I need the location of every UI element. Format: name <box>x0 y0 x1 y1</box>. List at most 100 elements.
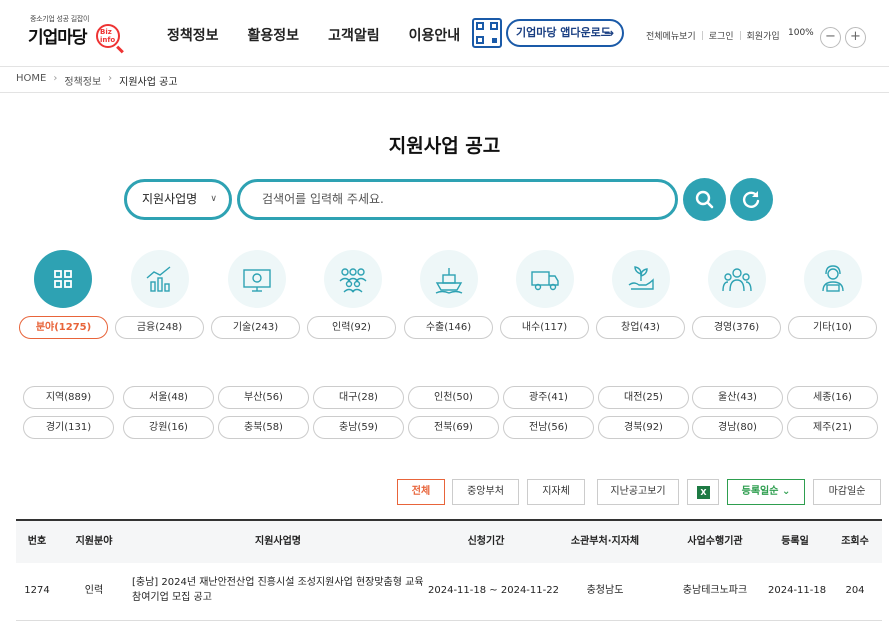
site-header: 중소기업 성공 길잡이 기업마당 Biz info 정책정보 활용정보 고객알림… <box>0 0 889 66</box>
zoom-level: 100% <box>788 28 814 38</box>
cell-registered: 2024-11-18 <box>768 585 827 596</box>
nav-utilization[interactable]: 활용정보 <box>248 25 300 45</box>
category-domestic[interactable] <box>516 250 574 308</box>
region-chungnam[interactable]: 충남(59) <box>313 416 404 439</box>
region-gyeongnam[interactable]: 경남(80) <box>692 416 783 439</box>
past-notices-button[interactable]: 지난공고보기 <box>597 479 679 505</box>
category-label-export[interactable]: 수출(146) <box>404 316 493 339</box>
nav-guide[interactable]: 이용안내 <box>409 25 461 45</box>
sort-registered-button[interactable]: 등록일순 ⌄ <box>727 479 805 505</box>
region-jeonnam[interactable]: 전남(56) <box>503 416 594 439</box>
region-jeonbuk[interactable]: 전북(69) <box>408 416 499 439</box>
breadcrumb-bar: HOME › 정책정보 › 지원사업 공고 <box>0 66 889 93</box>
search-type-select[interactable]: 지원사업명 ∨ <box>124 179 232 220</box>
tech-monitor-icon <box>243 269 271 292</box>
cell-number: 1274 <box>24 585 50 596</box>
category-label-finance[interactable]: 금융(248) <box>115 316 204 339</box>
reset-button[interactable] <box>730 178 773 221</box>
category-startup[interactable] <box>612 250 670 308</box>
category-finance[interactable] <box>131 250 189 308</box>
category-label-all[interactable]: 분야(1275) <box>19 316 108 339</box>
cell-ministry: 충청남도 <box>586 585 624 596</box>
region-seoul[interactable]: 서울(48) <box>123 386 214 409</box>
region-gyeongbuk[interactable]: 경북(92) <box>598 416 689 439</box>
category-label-tech[interactable]: 기술(243) <box>211 316 300 339</box>
table-header: 번호 지원분야 지원사업명 신청기간 소관부처·지자체 사업수행기관 등록일 조… <box>16 519 882 563</box>
people-icon <box>339 268 367 293</box>
category-label-etc[interactable]: 기타(10) <box>788 316 877 339</box>
logo-name: 기업마당 <box>28 28 88 48</box>
region-chungbuk[interactable]: 충북(58) <box>218 416 309 439</box>
breadcrumb-current: 지원사업 공고 <box>119 77 178 88</box>
utility-links: 전체메뉴보기 로그인 회원가입 <box>646 29 780 42</box>
all-menu-link[interactable]: 전체메뉴보기 <box>646 29 696 42</box>
login-link[interactable]: 로그인 <box>709 29 734 42</box>
category-all[interactable] <box>34 250 92 308</box>
th-title: 지원사업명 <box>255 536 301 547</box>
region-ulsan[interactable]: 울산(43) <box>692 386 783 409</box>
region-gyeonggi[interactable]: 경기(131) <box>23 416 114 439</box>
search-icon <box>695 190 714 209</box>
excel-download-button[interactable]: X <box>687 479 719 505</box>
nav-policy[interactable]: 정책정보 <box>167 25 219 45</box>
logo-badge: Biz info <box>100 28 116 44</box>
category-label-management[interactable]: 경영(376) <box>692 316 781 339</box>
arrow-right-icon: → <box>603 26 614 40</box>
table-row[interactable]: 1274 인력 [충남] 2024년 재난안전산업 진흥시설 조성지원사업 현장… <box>16 563 882 621</box>
management-people-icon <box>722 268 752 292</box>
filter-local-button[interactable]: 지자체 <box>527 479 585 505</box>
region-sejong[interactable]: 세종(16) <box>787 386 878 409</box>
cell-title-link[interactable]: [충남] 2024년 재난안전산업 진흥시설 조성지원사업 현장맞춤형 교육 참… <box>132 575 428 609</box>
category-label-domestic[interactable]: 내수(117) <box>500 316 589 339</box>
search-button[interactable] <box>683 178 726 221</box>
region-daegu[interactable]: 대구(28) <box>313 386 404 409</box>
th-field: 지원분야 <box>75 536 113 547</box>
finance-chart-icon <box>146 266 171 292</box>
sprout-hand-icon <box>628 266 654 290</box>
support-agent-icon <box>822 265 844 292</box>
join-link[interactable]: 회원가입 <box>747 29 780 42</box>
app-download-pill[interactable]: 기업마당 앱다운로드 → <box>506 19 624 47</box>
breadcrumb-home[interactable]: HOME <box>16 73 46 88</box>
region-busan[interactable]: 부산(56) <box>218 386 309 409</box>
region-gangwon[interactable]: 강원(16) <box>123 416 214 439</box>
excel-icon: X <box>697 486 710 499</box>
region-jeju[interactable]: 제주(21) <box>787 416 878 439</box>
cell-views: 204 <box>845 585 865 596</box>
category-management[interactable] <box>708 250 766 308</box>
category-label-startup[interactable]: 창업(43) <box>596 316 685 339</box>
region-all[interactable]: 지역(889) <box>23 386 114 409</box>
th-agency: 사업수행기관 <box>687 536 743 547</box>
th-views: 조회수 <box>841 536 869 547</box>
category-tech[interactable] <box>228 250 286 308</box>
category-manpower[interactable] <box>324 250 382 308</box>
th-number: 번호 <box>27 536 47 547</box>
th-period: 신청기간 <box>467 536 505 547</box>
app-download-button[interactable]: 기업마당 앱다운로드 → <box>472 18 624 48</box>
zoom-in-button[interactable]: + <box>845 27 866 48</box>
sort-deadline-button[interactable]: 마감일순 <box>813 479 881 505</box>
chevron-right-icon: › <box>108 73 113 84</box>
breadcrumb-policy[interactable]: 정책정보 <box>64 73 101 88</box>
filter-all-button[interactable]: 전체 <box>397 479 445 505</box>
site-logo[interactable]: 중소기업 성공 길잡이 기업마당 Biz info <box>28 14 128 50</box>
region-incheon[interactable]: 인천(50) <box>408 386 499 409</box>
category-label-manpower[interactable]: 인력(92) <box>307 316 396 339</box>
zoom-out-button[interactable]: − <box>820 27 841 48</box>
category-etc[interactable] <box>804 250 862 308</box>
breadcrumb: HOME › 정책정보 › 지원사업 공고 <box>16 73 178 88</box>
nav-notice[interactable]: 고객알림 <box>328 25 380 45</box>
filter-central-button[interactable]: 중앙부처 <box>452 479 519 505</box>
region-daejeon[interactable]: 대전(25) <box>598 386 689 409</box>
chevron-right-icon: › <box>53 73 58 84</box>
chevron-down-icon: ∨ <box>210 194 217 204</box>
truck-icon <box>531 271 559 291</box>
search-input[interactable]: 검색어를 입력해 주세요. <box>237 179 678 220</box>
region-gwangju[interactable]: 광주(41) <box>503 386 594 409</box>
search-type-value: 지원사업명 <box>142 192 198 206</box>
category-export[interactable] <box>420 250 478 308</box>
sort-registered-label: 등록일순 <box>741 486 779 497</box>
main-nav: 정책정보 활용정보 고객알림 이용안내 <box>167 25 489 45</box>
ship-icon <box>435 268 463 294</box>
qr-code-icon <box>472 18 502 48</box>
